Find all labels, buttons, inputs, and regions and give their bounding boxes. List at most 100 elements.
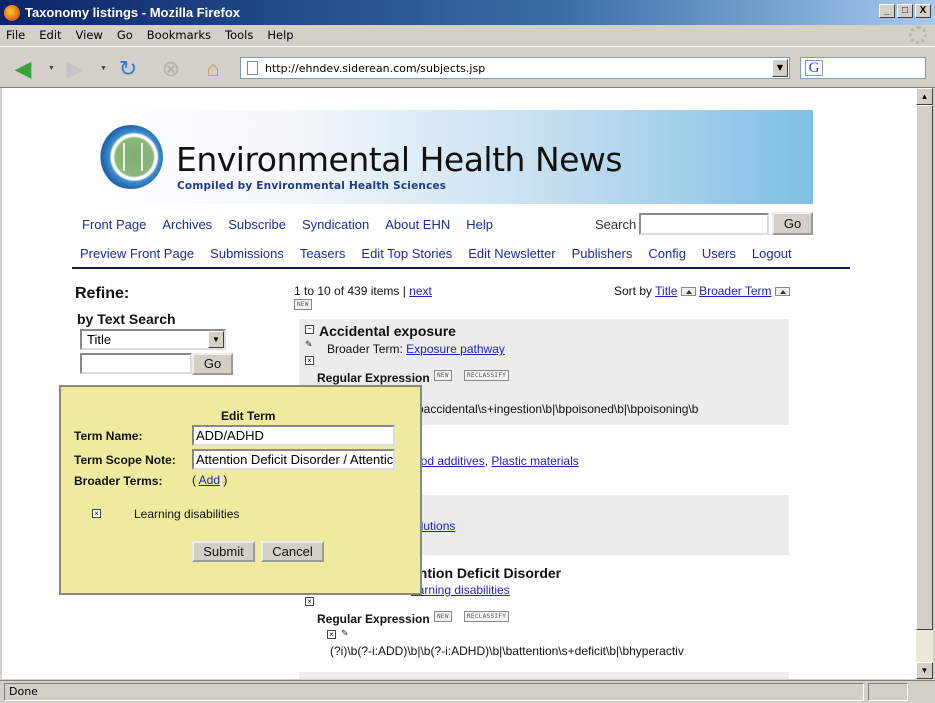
scope-note-input[interactable]: Attention Deficit Disorder / Attentic: [192, 449, 395, 470]
sort-controls: Sort by Title Broader Term: [614, 284, 790, 298]
reclassify-button[interactable]: RECLASSIFY: [464, 611, 510, 622]
nav-syndication[interactable]: Syndication: [302, 217, 369, 232]
menu-edit[interactable]: Edit: [39, 28, 61, 42]
scope-note-label: Term Scope Note:: [74, 453, 176, 467]
nav-divider: [72, 267, 850, 269]
forward-icon[interactable]: ▶: [62, 56, 88, 82]
new-regex-button[interactable]: NEW: [434, 611, 452, 622]
regex-label: Regular Expression: [317, 371, 430, 385]
remove-broader-term-icon[interactable]: ×: [92, 509, 101, 518]
back-history-dropdown-icon[interactable]: ▼: [48, 65, 55, 72]
menu-view[interactable]: View: [76, 28, 103, 42]
maximize-button[interactable]: □: [897, 4, 913, 18]
sort-by-title-link[interactable]: Title: [655, 284, 677, 298]
navigation-toolbar: ◀ ▼ ▶ ▼ ↻ ⊗ ⌂ http://ehndev.siderean.com…: [0, 46, 935, 88]
browser-search-box[interactable]: G: [800, 57, 926, 79]
sort-asc-icon[interactable]: [680, 287, 696, 297]
search-field-selected: Title: [87, 332, 112, 347]
menu-file[interactable]: File: [6, 28, 25, 42]
dialog-title: Edit Term: [221, 409, 276, 423]
broader-term-link[interactable]: ood additives: [414, 454, 485, 468]
term-name-input[interactable]: ADD/ADHD: [192, 425, 395, 446]
broader-term-line: Broader Term: Exposure pathway: [327, 342, 505, 356]
menu-tools[interactable]: Tools: [225, 28, 253, 42]
refine-query-input[interactable]: [80, 353, 192, 374]
status-text: Done: [4, 683, 864, 701]
regex-value: (?i)\b(?-i:ADD)\b|\b(?-i:ADHD)\b|\batten…: [330, 644, 684, 658]
reclassify-button[interactable]: RECLASSIFY: [464, 370, 510, 381]
add-broader-term-link[interactable]: Add: [199, 473, 220, 487]
edit-regex-pencil-icon[interactable]: ✎: [341, 629, 350, 638]
new-regex-button[interactable]: NEW: [434, 370, 452, 381]
term-row: [299, 672, 789, 679]
regex-value: baccidental\s+ingestion\b|\bpoisoned\b|\…: [417, 402, 699, 416]
scroll-down-icon[interactable]: ▼: [916, 662, 933, 679]
nav-config[interactable]: Config: [648, 246, 686, 261]
edit-term-dialog: Edit Term Term Name: ADD/ADHD Term Scope…: [59, 385, 422, 595]
regex-label: Regular Expression: [317, 612, 430, 626]
sort-by-broader-term-link[interactable]: Broader Term: [699, 284, 771, 298]
url-bar[interactable]: http://ehndev.siderean.com/subjects.jsp …: [240, 57, 790, 79]
stop-icon[interactable]: ⊗: [158, 56, 184, 82]
google-search-engine-icon[interactable]: G: [805, 60, 823, 76]
scroll-thumb[interactable]: [916, 105, 933, 630]
nav-publishers[interactable]: Publishers: [572, 246, 633, 261]
refine-heading: Refine:: [75, 285, 130, 302]
search-field-select[interactable]: Title ▼: [80, 329, 226, 350]
chevron-down-icon[interactable]: ▼: [208, 331, 224, 348]
submit-button[interactable]: Submit: [192, 541, 255, 562]
broader-term-link[interactable]: Plastic materials: [491, 454, 578, 468]
ehn-logo-icon: [99, 125, 163, 189]
minimize-button[interactable]: _: [879, 4, 895, 18]
nav-teasers[interactable]: Teasers: [300, 246, 346, 261]
nav-edit-top-stories[interactable]: Edit Top Stories: [361, 246, 452, 261]
menu-bar: File Edit View Go Bookmarks Tools Help: [0, 25, 935, 45]
delete-regex-icon[interactable]: ×: [327, 630, 336, 639]
nav-subscribe[interactable]: Subscribe: [228, 217, 286, 232]
sort-asc-icon[interactable]: [774, 287, 790, 297]
refine-go-button[interactable]: Go: [192, 353, 233, 375]
site-search-go-button[interactable]: Go: [772, 212, 813, 235]
next-page-link[interactable]: next: [409, 284, 432, 298]
nav-logout[interactable]: Logout: [752, 246, 792, 261]
vertical-scrollbar[interactable]: ▲ ▼: [916, 88, 933, 679]
page-icon: [247, 61, 258, 75]
new-term-button[interactable]: NEW: [294, 299, 312, 310]
home-icon[interactable]: ⌂: [200, 56, 226, 82]
term-title: Accidental exposure: [319, 323, 456, 339]
text-search-heading: by Text Search: [77, 311, 176, 327]
nav-edit-newsletter[interactable]: Edit Newsletter: [468, 246, 555, 261]
admin-nav: Preview Front Page Submissions Teasers E…: [80, 246, 808, 261]
term-name-label: Term Name:: [74, 429, 143, 443]
site-subtitle: Compiled by Environmental Health Science…: [177, 180, 447, 192]
url-history-dropdown-icon[interactable]: ▼: [772, 59, 788, 77]
menu-bookmarks[interactable]: Bookmarks: [147, 28, 211, 42]
scroll-up-icon[interactable]: ▲: [916, 88, 933, 105]
nav-archives[interactable]: Archives: [162, 217, 212, 232]
broader-terms-label: Broader Terms:: [74, 474, 163, 488]
delete-icon[interactable]: ×: [305, 356, 314, 365]
firefox-icon: [4, 4, 20, 21]
menu-help[interactable]: Help: [267, 28, 293, 42]
close-button[interactable]: X: [915, 4, 931, 18]
primary-nav: Front Page Archives Subscribe Syndicatio…: [82, 217, 509, 232]
broader-term-link[interactable]: Exposure pathway: [406, 342, 505, 356]
menu-go[interactable]: Go: [117, 28, 133, 42]
broader-term-link[interactable]: earning disabilities: [411, 583, 510, 597]
nav-submissions[interactable]: Submissions: [210, 246, 284, 261]
cancel-button[interactable]: Cancel: [261, 541, 324, 562]
nav-help[interactable]: Help: [466, 217, 493, 232]
delete-icon[interactable]: ×: [305, 597, 314, 606]
term-title: ention Deficit Disorder: [411, 565, 562, 581]
throbber-icon: [909, 26, 927, 44]
nav-front-page[interactable]: Front Page: [82, 217, 146, 232]
nav-about-ehn[interactable]: About EHN: [385, 217, 450, 232]
nav-users[interactable]: Users: [702, 246, 736, 261]
site-search-input[interactable]: [639, 213, 769, 235]
back-icon[interactable]: ◀: [10, 56, 36, 82]
forward-history-dropdown-icon[interactable]: ▼: [100, 65, 107, 72]
edit-pencil-icon[interactable]: ✎: [305, 340, 314, 349]
collapse-icon[interactable]: −: [305, 325, 314, 334]
nav-preview-front-page[interactable]: Preview Front Page: [80, 246, 194, 261]
reload-icon[interactable]: ↻: [115, 56, 141, 82]
